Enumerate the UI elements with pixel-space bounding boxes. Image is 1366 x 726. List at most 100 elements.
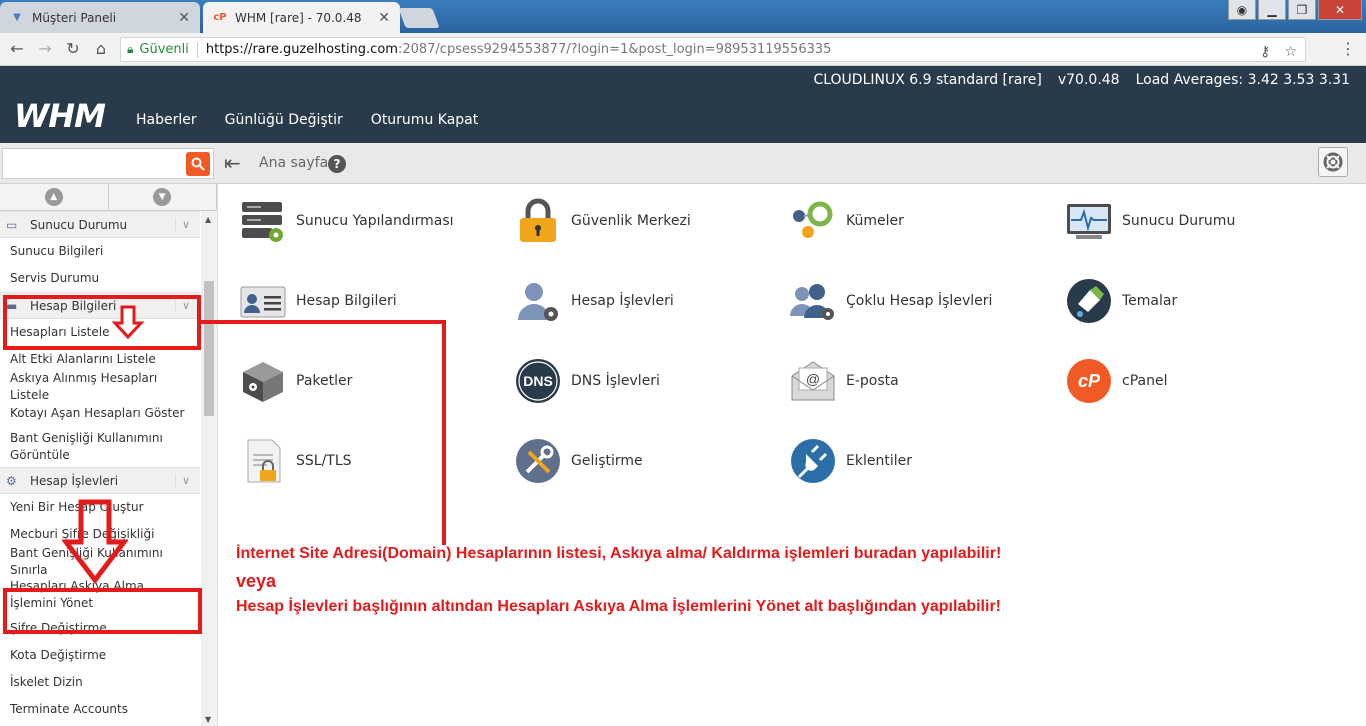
whm-logo[interactable]: WHM [14,97,106,135]
os-info: CLOUDLINUX 6.9 standard [rare] [813,72,1042,88]
tile-label: Hesap Bilgileri [296,293,397,309]
sidebar-item-over-quota[interactable]: Kotayı Aşan Hesapları Göster [0,400,200,427]
close-window-icon[interactable]: ✕ [1318,0,1362,20]
chevron-down-icon[interactable]: ∨ [174,474,190,487]
tile-development[interactable]: Geliştirme [515,436,643,486]
forward-icon[interactable]: → [34,39,56,58]
tile-label: Çoklu Hesap İşlevleri [846,293,993,309]
search-input[interactable] [3,149,181,178]
version-info: v70.0.48 [1057,72,1120,88]
sidebar-item-skeleton-dir[interactable]: İskelet Dizin [0,669,200,696]
scroll-up-button[interactable]: ▲ [0,184,109,210]
tile-server-configuration[interactable]: Sunucu Yapılandırması [240,196,454,246]
arrow-up-icon: ▲ [44,188,63,206]
sidebar-item-terminate[interactable]: Terminate Accounts [0,696,200,723]
key-icon[interactable]: ⚷ [1260,44,1270,60]
tile-security-center[interactable]: Güvenlik Merkezi [515,196,691,246]
tile-account-functions[interactable]: Hesap İşlevleri [515,276,674,326]
id-card-icon [240,278,286,324]
tile-multi-account-functions[interactable]: Çoklu Hesap İşlevleri [790,276,992,326]
whm-header: CLOUDLINUX 6.9 standard [rare] v70.0.48 … [0,66,1366,143]
tile-label: E-posta [846,373,899,389]
url-actions: ⚷ ☆ [1260,44,1297,60]
minimize-icon[interactable]: ▁ [1258,0,1286,20]
paint-bucket-icon [1066,278,1112,324]
tile-label: Eklentiler [846,453,912,469]
tile-dns-functions[interactable]: DNS DNS İşlevleri [515,356,660,406]
url-path: :2087/cpsess9294553877/?login=1&post_log… [397,42,832,57]
search-breadcrumb-bar: ⇤ Ana sayfa ? [0,143,1366,184]
user-gear-icon [515,278,561,324]
sidebar-list: ▭ Sunucu Durumu ∨ Sunucu Bilgileri Servi… [0,211,200,723]
home-icon[interactable]: ⌂ [90,39,112,58]
nav-haberler[interactable]: Haberler [136,112,197,128]
sidebar-item-service-status[interactable]: Servis Durumu [0,265,200,292]
url-divider [196,41,198,58]
tile-cpanel[interactable]: cP cPanel [1066,356,1167,406]
tile-label: Geliştirme [571,453,643,469]
new-tab-button[interactable] [398,8,440,28]
nav-logout[interactable]: Oturumu Kapat [371,112,478,128]
breadcrumb[interactable]: Ana sayfa [259,155,328,171]
tab-whm[interactable]: cP WHM [rare] - 70.0.48 ✕ [203,2,400,33]
tile-themes[interactable]: Temalar [1066,276,1177,326]
back-icon[interactable]: ← [6,39,28,58]
reload-icon[interactable]: ↻ [62,39,84,58]
tile-label: Kümeler [846,213,904,229]
email-icon: @ [790,358,836,404]
tile-packages[interactable]: Paketler [240,356,352,406]
support-button[interactable] [1318,147,1348,177]
sidebar-search [2,148,214,179]
tile-ssl-tls[interactable]: SSL/TLS [240,436,352,486]
sidebar-group-account-functions[interactable]: ⚙ Hesap İşlevleri ∨ [0,467,200,494]
highlight-box-suspension [3,588,202,634]
tile-account-information[interactable]: Hesap Bilgileri [240,276,397,326]
dns-icon: DNS [515,358,561,404]
scroll-up-arrow-icon[interactable]: ▲ [205,215,211,224]
browser-menu-icon[interactable]: ⋮ [1340,39,1356,58]
close-tab-icon[interactable]: ✕ [378,10,390,26]
help-icon[interactable]: ? [328,155,346,173]
svg-text:DNS: DNS [523,373,553,389]
sidebar-item-server-info[interactable]: Sunucu Bilgileri [0,238,200,265]
secure-label: Güvenli [139,42,189,57]
scroll-down-button[interactable]: ▼ [108,184,217,210]
certificate-icon [240,438,286,484]
sidebar-scrollbar[interactable]: ▲ ▼ [201,211,217,726]
svg-text:@: @ [806,371,820,387]
annotation-line-1: İnternet Site Adresi(Domain) Hesaplarını… [236,545,1002,562]
tile-server-status[interactable]: Sunucu Durumu [1066,196,1235,246]
nav-change-log[interactable]: Günlüğü Değiştir [225,112,343,128]
cpanel-icon: cP [1066,358,1112,404]
tile-plugins[interactable]: Eklentiler [790,436,912,486]
chevron-down-icon[interactable]: ∨ [174,218,190,231]
user-icon[interactable]: ◉ [1228,0,1256,20]
tile-label: Sunucu Durumu [1122,213,1236,229]
scroll-down-arrow-icon[interactable]: ▼ [205,715,211,724]
connector-line-horizontal [201,320,446,324]
sidebar-item-list-suspended[interactable]: Askıya Alınmış Hesapları Listele [0,371,200,402]
arrow-down-small-icon [112,305,144,339]
sidebar-item-bandwidth-usage[interactable]: Bant Genişliği Kullanımını Görüntüle [0,427,200,467]
maximize-icon[interactable]: ❐ [1288,0,1316,20]
cluster-icon [790,198,836,244]
highlight-box-account-info [3,295,201,350]
search-button[interactable] [186,152,210,176]
tab-musteri-paneli[interactable]: ▼ Müşteri Paneli ✕ [0,2,200,33]
address-bar: ← → ↻ ⌂ 🔒︎ Güvenli https://rare.guzelhos… [0,33,1366,66]
sidebar-scroll-arrows: ▲ ▼ [0,184,217,211]
cpanel-favicon-icon: ▼ [13,12,21,23]
sidebar-item-change-quota[interactable]: Kota Değiştirme [0,642,200,669]
server-gear-icon [240,198,286,244]
close-tab-icon[interactable]: ✕ [178,10,190,26]
tile-clusters[interactable]: Kümeler [790,196,904,246]
collapse-sidebar-icon[interactable]: ⇤ [224,151,241,175]
arrow-down-icon: ▼ [153,188,172,206]
tile-email[interactable]: @ E-posta [790,356,899,406]
scrollbar-thumb[interactable] [204,281,214,416]
sidebar-group-server-status[interactable]: ▭ Sunucu Durumu ∨ [0,211,200,238]
url-field[interactable]: 🔒︎ Güvenli https://rare.guzelhosting.com… [120,37,1306,62]
main-content: Sunucu Yapılandırması Güvenlik Merkezi K… [218,184,1366,726]
lifebuoy-icon [1323,152,1343,172]
bookmark-star-icon[interactable]: ☆ [1284,44,1297,60]
